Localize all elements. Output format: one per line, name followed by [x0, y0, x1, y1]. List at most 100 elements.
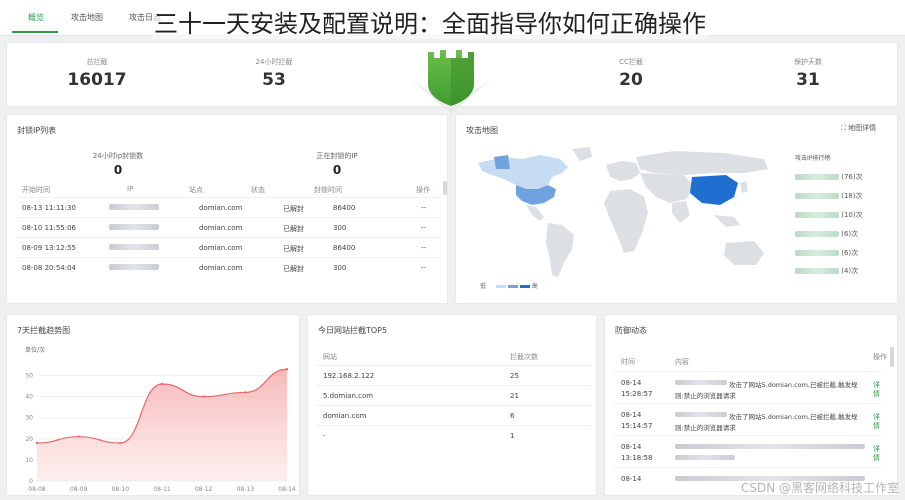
top5-site: domian.com — [323, 412, 367, 420]
y-tick-label: 50 — [25, 373, 33, 380]
redacted-ip — [675, 412, 727, 417]
row-time: 15:14:57 — [621, 422, 653, 430]
x-tick-label: 08-13 — [237, 486, 255, 493]
divider — [316, 405, 591, 406]
blocked-24h-label: 24小时ip封锁数 — [92, 152, 144, 160]
row-op[interactable]: -- — [421, 204, 426, 212]
region-india — [672, 201, 690, 223]
stat-value: 16017 — [67, 70, 127, 90]
divider — [17, 257, 442, 258]
redacted-ip — [109, 264, 159, 270]
top5-site: - — [323, 432, 326, 440]
row-time: 08-09 13:12:55 — [22, 244, 77, 252]
top5-site: 5.domian.com — [323, 392, 374, 400]
x-tick-label: 08-14 — [278, 486, 296, 493]
panel-title: 今日网站拦截TOP5 — [318, 326, 388, 335]
active-tab-indicator — [12, 31, 58, 33]
list-item: (4)次 — [795, 266, 858, 276]
row-duration: 86400 — [333, 244, 356, 252]
scrollbar[interactable] — [443, 181, 447, 195]
row-time: 15:28:57 — [621, 390, 653, 398]
redacted-ip — [675, 380, 727, 385]
redacted-ip — [109, 204, 159, 210]
x-tick-label: 08-08 — [28, 486, 46, 493]
scrollbar[interactable] — [890, 347, 894, 367]
world-map[interactable] — [464, 143, 784, 293]
region-russia — [636, 151, 768, 175]
map-detail-link[interactable]: ⛶ 地图详情 — [841, 123, 876, 133]
row-time: 13:18:58 — [621, 454, 653, 462]
region-japan — [740, 181, 748, 193]
row-op[interactable]: -- — [421, 244, 426, 252]
stat-label: 总拦截 — [86, 58, 108, 66]
data-point — [285, 368, 289, 371]
blocked-24h-value: 0 — [113, 163, 123, 177]
row-duration: 300 — [333, 264, 347, 272]
row-site: domian.com — [199, 244, 243, 252]
detail-link[interactable]: 详情 — [873, 445, 881, 463]
row-duration: 86400 — [333, 204, 356, 212]
region-sea — [714, 215, 740, 227]
row-date: 08-14 — [621, 443, 642, 451]
y-tick-label: 0 — [29, 478, 33, 485]
redacted-ip — [109, 224, 159, 230]
page-title: 三十一天安装及配置说明：全面指导你如何正确操作 — [152, 4, 708, 39]
trend-chart: 0 10 20 30 40 50 08-08 08-09 08-10 08-11 08-12 08-1… — [25, 368, 296, 493]
panel-title: 防御动态 — [615, 326, 647, 335]
stat-value: 31 — [796, 70, 820, 90]
divider — [316, 425, 591, 426]
row-duration: 300 — [333, 224, 347, 232]
x-tick-label: 08-12 — [195, 486, 213, 493]
divider — [17, 197, 442, 198]
y-tick-label: 20 — [25, 436, 33, 443]
column-header: IP — [127, 185, 134, 193]
row-date: 08-14 — [621, 379, 642, 387]
detail-link[interactable]: 详情 — [873, 413, 881, 431]
row-time: 08-13 11:11:30 — [22, 204, 77, 212]
list-item: (6)次 — [795, 248, 858, 258]
row-status: 已解封 — [283, 265, 304, 273]
rank-count: (6)次 — [841, 249, 859, 257]
row-site: domian.com — [199, 224, 243, 232]
divider — [17, 217, 442, 218]
y-tick-label: 30 — [25, 415, 33, 422]
column-header: 封锁时间 — [314, 186, 342, 194]
tab-attack-map[interactable]: 攻击地图 — [71, 12, 103, 23]
column-header: 内容 — [675, 358, 689, 366]
ranking-title: 攻击IP排行榜 — [795, 155, 831, 162]
region-canada — [478, 155, 568, 189]
row-status: 已解封 — [283, 205, 304, 213]
row-op[interactable]: -- — [421, 264, 426, 272]
rank-count: (6)次 — [841, 230, 859, 238]
top5-count: 6 — [510, 412, 515, 420]
stat-protect-days: 保护天数 31 — [763, 57, 853, 90]
data-point — [35, 441, 39, 445]
stat-24h: 24小时拦截 53 — [229, 57, 319, 90]
list-item: (6)次 — [795, 229, 858, 239]
list-item: (18)次 — [795, 191, 863, 201]
rank-count: (4)次 — [841, 267, 859, 275]
region-south-america — [546, 223, 574, 277]
rank-count: (76)次 — [841, 173, 863, 181]
row-op[interactable]: -- — [421, 224, 426, 232]
region-middle-asia — [640, 173, 694, 203]
top5-site: 192.168.2.122 — [323, 372, 375, 380]
shield-icon — [410, 50, 492, 114]
blocked-ip-panel: 封锁IP列表 24小时ip封锁数 0 正在封锁的IP 0 开始时间 IP 站点 … — [6, 114, 448, 304]
stat-value: 53 — [262, 70, 286, 90]
row-content: 攻击了网站5.domian.com,已被拦截,触发规 — [729, 413, 858, 421]
tab-overview[interactable]: 概览 — [28, 12, 44, 23]
row-site: domian.com — [199, 204, 243, 212]
data-point — [160, 382, 164, 386]
legend-low: 低 — [480, 283, 487, 290]
region-alaska — [494, 155, 510, 169]
stat-cc: CC拦截 20 — [586, 57, 676, 90]
detail-link[interactable]: 详情 — [873, 381, 881, 399]
data-point — [119, 441, 122, 445]
top5-count: 21 — [510, 392, 519, 400]
column-header: 开始时间 — [22, 186, 50, 194]
stat-label: 24小时拦截 — [255, 58, 293, 66]
defense-panel: 防御动态 时间 内容 操作 08-14 15:28:57 攻击了网站5.domi… — [604, 314, 898, 496]
row-status: 已解封 — [283, 245, 304, 253]
divider — [613, 371, 881, 372]
